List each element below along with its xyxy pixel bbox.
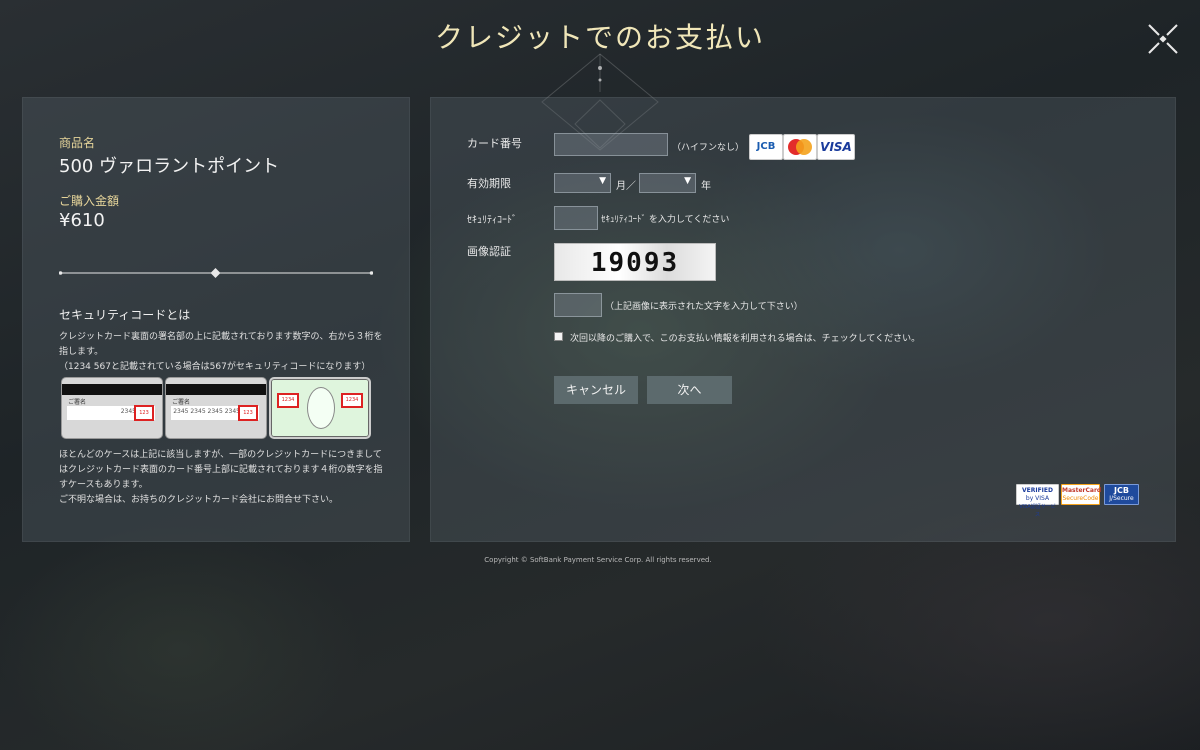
copyright-footer: Copyright © SoftBank Payment Service Cor… [484,556,712,564]
expiry-label: 有効期限 [467,177,511,190]
decorative-divider [59,268,373,278]
close-x-icon[interactable] [1146,22,1180,56]
security-code-note: ほとんどのケースは上記に該当しますが、一部のクレジットカードにつきまして はクレ… [59,450,383,505]
expiry-year-select[interactable]: ▼ [639,173,696,193]
security-code-label: ｾｷｭﾘﾃｨｺｰﾄﾞ [467,215,517,226]
product-name: 500 ヴァロラントポイント [59,156,280,177]
captcha-image: 19093 [554,243,716,281]
mastercard-logo-icon [783,134,817,160]
amount-value: ¥610 [59,210,105,231]
expiry-year-unit: 年 [701,181,711,192]
security-code-title: セキュリティコードとは [59,308,191,322]
card-front-example: 1234 1234 [269,377,371,439]
save-payment-label: 次回以降のご購入で、このお支払い情報を利用される場合は、チェックしてください。 [570,334,921,344]
cancel-button[interactable]: キャンセル [554,376,638,404]
captcha-input[interactable] [554,293,602,317]
card-back-example-1: ご署名 2345 123 [61,377,163,439]
chevron-down-icon: ▼ [684,176,691,186]
expiry-month-unit: 月／ [616,181,636,192]
visa-logo-icon: VISA [817,134,855,160]
card-number-hint: （ハイフンなし） [672,143,745,153]
card-number-label: カード番号 [467,137,522,150]
security-code-description: クレジットカード裏面の署名部の上に記載されております数字の、右から３桁を 指しま… [59,332,383,372]
security-code-input[interactable] [554,206,598,230]
jcb-jsecure-icon: JCB J/Secure [1104,484,1139,505]
payment-form-panel: カード番号 （ハイフンなし） JCB VISA 有効期限 ▼ 月／ ▼ 年 ｾｷ… [430,97,1176,542]
next-button[interactable]: 次へ [647,376,732,404]
amount-label: ご購入金額 [59,194,120,208]
chevron-down-icon: ▼ [599,176,606,186]
card-number-input[interactable] [554,133,668,156]
mastercard-securecode-icon: MasterCard SecureCode [1061,484,1101,505]
save-payment-checkbox[interactable] [554,332,563,341]
verified-by-visa-icon: VERIFIED by VISA VISA認証サービス [1016,484,1059,518]
order-summary-panel: 商品名 500 ヴァロラントポイント ご購入金額 ¥610 セキュリティコードと… [22,97,410,542]
page-title: クレジットでのお支払い [434,21,765,54]
card-back-example-2: ご署名 2345 2345 2345 2345 123 [165,377,267,439]
captcha-hint: （上記画像に表示された文字を入力して下さい） [605,302,803,312]
captcha-label: 画像認証 [467,245,511,258]
security-code-hint: ｾｷｭﾘﾃｨｺｰﾄﾞ を入力してください [601,215,730,225]
security-code-card-examples: ご署名 2345 123 ご署名 2345 2345 2345 2345 123… [61,377,373,439]
jcb-logo-icon: JCB [749,134,783,160]
expiry-month-select[interactable]: ▼ [554,173,611,193]
product-label: 商品名 [59,136,96,150]
